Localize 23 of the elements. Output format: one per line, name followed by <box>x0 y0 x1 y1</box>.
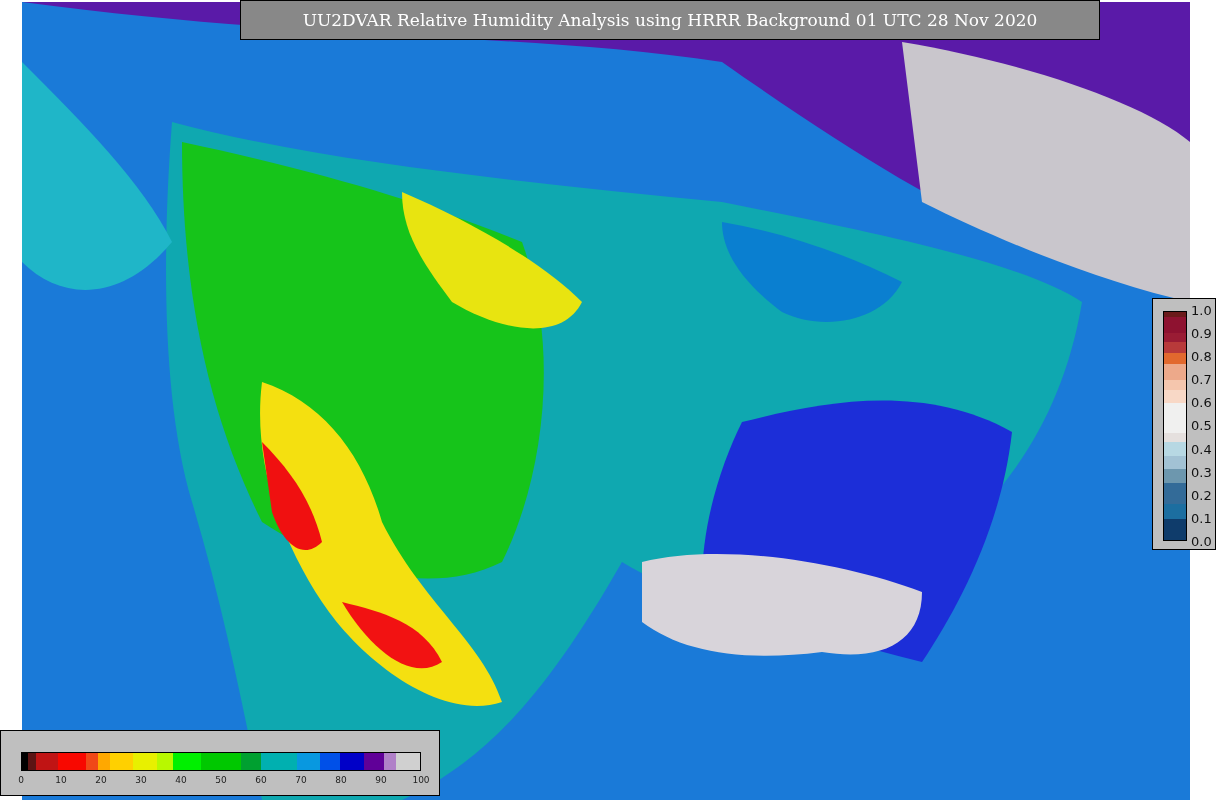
legend-tick-label: 0.4 <box>1191 441 1212 457</box>
legend-tick-label: 100 <box>412 775 430 785</box>
legend-tick-label: 40 <box>175 775 187 785</box>
legend-tick-label: 30 <box>135 775 147 785</box>
legend-tick-label: 0.3 <box>1191 464 1212 480</box>
legend-tick-label: 0.6 <box>1191 395 1212 411</box>
legend-tick-label: 0.8 <box>1191 349 1212 365</box>
legend-tick-label: 0.0 <box>1191 533 1212 549</box>
map-title: UU2DVAR Relative Humidity Analysis using HRRR Background 01 UTC 28 Nov 2020 <box>240 0 1100 40</box>
legend-tick-label: 0.7 <box>1191 372 1212 388</box>
legend-tick-label: 0 <box>18 775 24 785</box>
legend-tick-label: 20 <box>95 775 107 785</box>
legend-tick-label: 50 <box>215 775 227 785</box>
legend-tick-label: 90 <box>375 775 387 785</box>
legend-tick-label: 80 <box>335 775 347 785</box>
legend-tick-label: 60 <box>255 775 267 785</box>
legend-tick-label: 10 <box>55 775 67 785</box>
legend-tick-label: 0.1 <box>1191 510 1212 526</box>
legend-tick-label: 70 <box>295 775 307 785</box>
legend-tick-label: 0.5 <box>1191 418 1212 434</box>
legend-tick-label: 1.0 <box>1191 303 1212 318</box>
legend-tick-label: 0.9 <box>1191 326 1212 342</box>
legend-tick-label: 0.2 <box>1191 487 1212 503</box>
